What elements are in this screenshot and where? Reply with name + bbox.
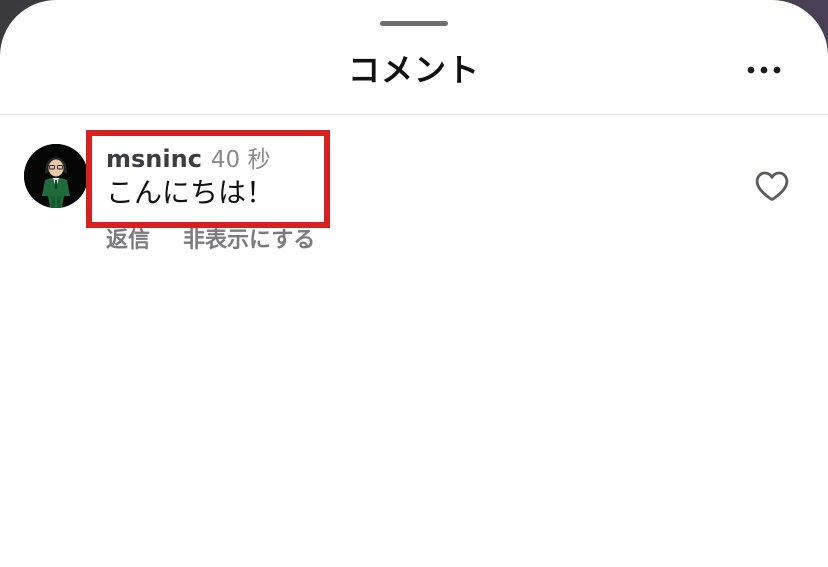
- drag-handle[interactable]: [380, 21, 448, 26]
- reply-button[interactable]: 返信: [106, 226, 150, 256]
- page-title: コメント: [347, 51, 480, 89]
- heart-outline-icon: [755, 171, 789, 201]
- like-button[interactable]: [752, 168, 792, 204]
- hide-comment-button[interactable]: 非表示にする: [183, 226, 315, 256]
- header-divider: [0, 114, 828, 115]
- more-options-button[interactable]: [740, 56, 788, 84]
- comments-sheet: コメント msninc 40 秒 こんにちは！ 返信 非表示にする: [0, 0, 828, 567]
- comment-meta: msninc 40 秒: [106, 140, 271, 173]
- avatar[interactable]: [24, 144, 88, 208]
- comment-username[interactable]: msninc: [106, 145, 202, 173]
- avatar-illustration: [24, 144, 88, 208]
- comment-timestamp: 40 秒: [210, 147, 271, 173]
- comment-text: こんにちは！: [106, 176, 275, 209]
- more-horizontal-icon: [747, 66, 781, 74]
